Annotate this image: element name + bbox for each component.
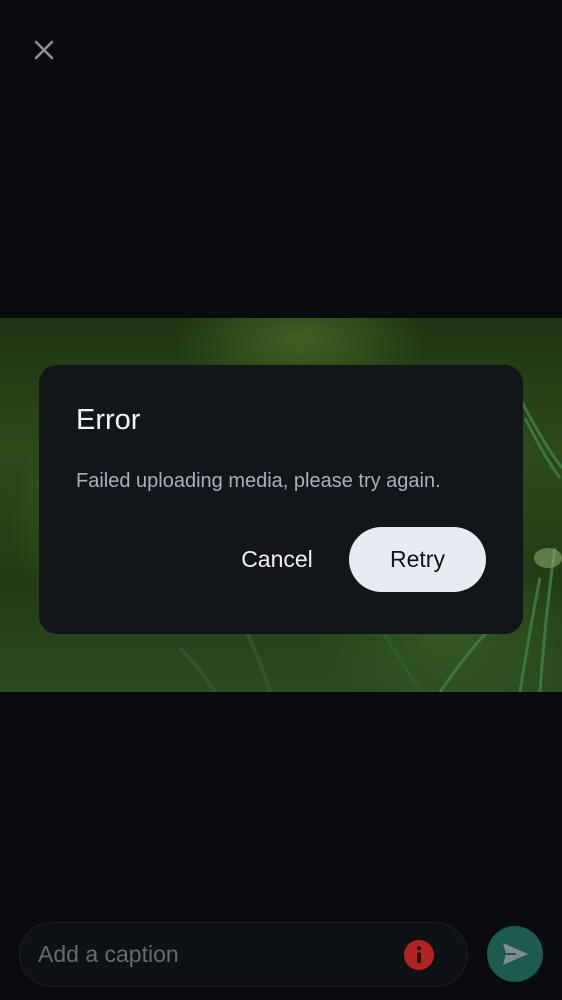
dialog-message: Failed uploading media, please try again… bbox=[76, 470, 441, 492]
retry-button[interactable]: Retry bbox=[349, 527, 486, 592]
caption-input[interactable] bbox=[38, 923, 388, 986]
send-button[interactable] bbox=[487, 926, 543, 982]
close-icon bbox=[34, 40, 54, 60]
dialog-title: Error bbox=[76, 404, 141, 436]
cancel-button[interactable]: Cancel bbox=[225, 528, 329, 590]
send-icon bbox=[503, 943, 528, 965]
caption-bar bbox=[19, 922, 468, 987]
error-dialog: Error Failed uploading media, please try… bbox=[39, 365, 523, 634]
close-button[interactable] bbox=[24, 30, 64, 70]
error-icon[interactable] bbox=[403, 939, 435, 971]
media-upload-screen: Error Failed uploading media, please try… bbox=[0, 0, 562, 1000]
